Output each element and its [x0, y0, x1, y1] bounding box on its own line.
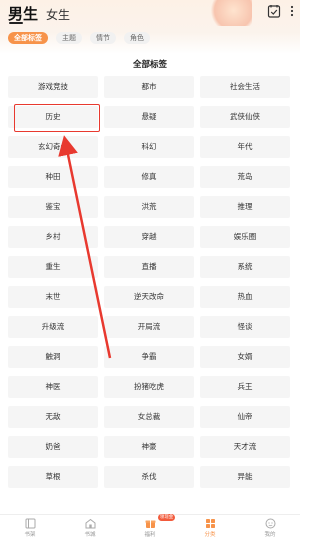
tag-item[interactable]: 无敌 [8, 406, 98, 428]
tag-item[interactable]: 兵王 [200, 376, 290, 398]
tag-item[interactable]: 科幻 [104, 136, 194, 158]
tag-item[interactable]: 草根 [8, 466, 98, 488]
tab-female[interactable]: 女生 [46, 6, 70, 23]
active-tab-indicator [9, 22, 23, 24]
filter-chips: 全部标签 主题 情节 角色 [8, 32, 158, 44]
tag-item[interactable]: 开局流 [104, 316, 194, 338]
filter-all-tags[interactable]: 全部标签 [8, 32, 48, 44]
decorative-coin-banner [206, 0, 252, 26]
tag-item[interactable]: 怪谈 [200, 316, 290, 338]
tag-item[interactable]: 洪荒 [104, 196, 194, 218]
tag-item[interactable]: 社会生活 [200, 76, 290, 98]
profile-icon [265, 518, 275, 529]
tag-item[interactable]: 升级流 [8, 316, 98, 338]
tag-item[interactable]: 神医 [8, 376, 98, 398]
tag-item[interactable]: 游戏竞技 [8, 76, 98, 98]
section-title: 全部标签 [132, 60, 167, 70]
tabbar-label: 书架 [24, 532, 36, 538]
tabbar-label: 书城 [84, 532, 96, 538]
tag-item[interactable]: 悬疑 [104, 106, 194, 128]
welfare-badge: 领现金 [157, 514, 176, 521]
tag-item[interactable]: 重生 [8, 256, 98, 278]
more-icon[interactable] [287, 5, 297, 17]
tabbar-label: 福利 [144, 532, 156, 538]
filter-plot[interactable]: 情节 [90, 32, 116, 44]
top-header: 男生 女生 [0, 0, 300, 54]
tag-item[interactable]: 末世 [8, 286, 98, 308]
tabbar-label: 我的 [264, 532, 276, 538]
tag-item[interactable]: 玄幻奇幻 [8, 136, 98, 158]
tag-item[interactable]: 穿越 [104, 226, 194, 248]
tab-male[interactable]: 男生 [8, 3, 38, 24]
tag-item[interactable]: 女婿 [200, 346, 290, 368]
tag-item[interactable]: 女总裁 [104, 406, 194, 428]
tag-item[interactable]: 热血 [200, 286, 290, 308]
tag-item[interactable]: 天才流 [200, 436, 290, 458]
tabbar-item-welfare[interactable]: 领现金 福利 [120, 514, 180, 540]
tag-item[interactable]: 神豪 [104, 436, 194, 458]
tabbar-item-profile[interactable]: 我的 [240, 515, 300, 540]
tag-item[interactable]: 荒岛 [200, 166, 290, 188]
gender-tabs: 男生 女生 [8, 3, 78, 24]
tag-item[interactable]: 年代 [200, 136, 290, 158]
bottom-tabbar: 书架 书城 领现金 福利 分类 我的 [0, 514, 300, 540]
tag-item[interactable]: 娱乐圈 [200, 226, 290, 248]
tag-item[interactable]: 推理 [200, 196, 290, 218]
tag-item[interactable]: 扮猪吃虎 [104, 376, 194, 398]
bookshelf-icon [25, 518, 35, 529]
bookstore-icon [85, 518, 95, 529]
tabbar-label: 分类 [204, 532, 216, 538]
tag-item[interactable]: 争霸 [104, 346, 194, 368]
filter-theme[interactable]: 主题 [56, 32, 82, 44]
tag-item[interactable]: 鉴宝 [8, 196, 98, 218]
tag-item[interactable]: 修真 [104, 166, 194, 188]
tag-item[interactable]: 系统 [200, 256, 290, 278]
tag-item[interactable]: 异能 [200, 466, 290, 488]
tag-item[interactable]: 杀伐 [104, 466, 194, 488]
filter-character[interactable]: 角色 [124, 32, 150, 44]
category-icon [205, 519, 215, 528]
tag-item[interactable]: 奶爸 [8, 436, 98, 458]
tag-item[interactable]: 种田 [8, 166, 98, 188]
checkin-icon[interactable] [267, 4, 281, 18]
tag-item[interactable]: 直播 [104, 256, 194, 278]
tag-grid: 游戏竞技 都市 社会生活 历史 悬疑 武侠仙侠 玄幻奇幻 科幻 年代 种田 修真… [8, 76, 294, 488]
tabbar-item-category[interactable]: 分类 [180, 515, 240, 540]
tag-item[interactable]: 触洞 [8, 346, 98, 368]
tabbar-item-bookshelf[interactable]: 书架 [0, 515, 60, 540]
tag-item[interactable]: 武侠仙侠 [200, 106, 290, 128]
tabbar-item-bookstore[interactable]: 书城 [60, 515, 120, 540]
tag-item[interactable]: 仙帝 [200, 406, 290, 428]
gift-icon [145, 520, 155, 528]
tag-item[interactable]: 乡村 [8, 226, 98, 248]
tag-item[interactable]: 逆天改命 [104, 286, 194, 308]
tag-item[interactable]: 历史 [8, 106, 98, 128]
tag-item[interactable]: 都市 [104, 76, 194, 98]
